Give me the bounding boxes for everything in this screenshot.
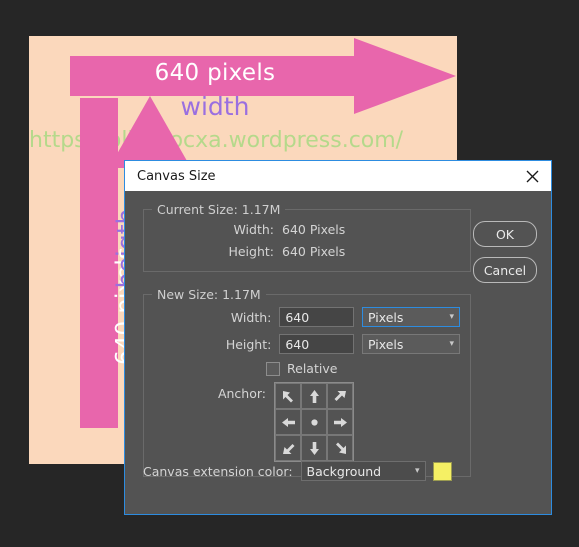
current-width-row: Width: 640 Pixels [154, 222, 460, 237]
arrow-up-right-icon[interactable] [327, 383, 353, 409]
close-icon[interactable] [521, 165, 543, 187]
new-height-label: Height: [225, 336, 272, 352]
arrow-up-icon[interactable] [301, 383, 327, 409]
anchor-label: Anchor: [217, 386, 266, 401]
new-size-title: New Size: 1.17M [152, 287, 266, 302]
horizontal-arrow-head-icon [354, 38, 456, 114]
new-size-group: New Size: 1.17M Width: 640 Pixels ▾ Heig… [143, 287, 471, 477]
new-height-unit-select[interactable]: Pixels ▾ [361, 334, 461, 354]
arrow-down-icon[interactable] [301, 435, 327, 461]
dialog-button-column: OK Cancel [473, 221, 537, 283]
current-width-value: 640 Pixels [282, 222, 346, 237]
chevron-down-icon: ▾ [449, 339, 455, 349]
current-size-group: Current Size: 1.17M Width: 640 Pixels He… [143, 202, 471, 272]
canvas-extension-color-swatch[interactable] [432, 461, 452, 481]
chevron-down-icon: ▾ [449, 312, 455, 322]
horizontal-arrow-label: 640 pixels [154, 60, 276, 86]
ok-button[interactable]: OK [473, 221, 537, 247]
anchor-grid[interactable] [274, 382, 354, 462]
arrow-down-left-icon[interactable] [275, 435, 301, 461]
canvas-extension-row: Canvas extension color: Background ▾ [143, 461, 452, 481]
new-width-unit-value: Pixels [367, 309, 404, 325]
new-height-input[interactable]: 640 [279, 334, 354, 354]
relative-label: Relative [287, 361, 338, 376]
current-width-label: Width: [233, 222, 274, 237]
canvas-extension-value: Background [306, 463, 382, 479]
new-width-row: Width: 640 Pixels ▾ [154, 307, 461, 327]
canvas-size-dialog: Canvas Size Current Size: 1.17M Width: 6… [124, 160, 552, 515]
arrow-left-icon[interactable] [275, 409, 301, 435]
anchor-center-dot-icon[interactable] [301, 409, 327, 435]
dialog-title: Canvas Size [137, 168, 216, 184]
canvas-extension-label: Canvas extension color: [143, 463, 293, 479]
relative-row: Relative [154, 361, 460, 376]
new-width-input[interactable]: 640 [279, 307, 354, 327]
current-height-label: Height: [228, 244, 274, 259]
dialog-body: Current Size: 1.17M Width: 640 Pixels He… [125, 191, 551, 515]
anchor-row: Anchor: [154, 382, 460, 462]
relative-checkbox[interactable] [266, 361, 280, 376]
new-width-label: Width: [230, 309, 272, 325]
new-height-unit-value: Pixels [367, 336, 404, 352]
cancel-button[interactable]: Cancel [473, 257, 537, 283]
canvas-extension-select[interactable]: Background ▾ [300, 461, 426, 481]
arrow-right-icon[interactable] [327, 409, 353, 435]
current-height-row: Height: 640 Pixels [154, 244, 460, 259]
current-height-value: 640 Pixels [282, 244, 346, 259]
chevron-down-icon: ▾ [415, 466, 420, 476]
arrow-up-left-icon[interactable] [275, 383, 301, 409]
new-width-unit-select[interactable]: Pixels ▾ [361, 307, 461, 327]
arrow-down-right-icon[interactable] [327, 435, 353, 461]
new-height-row: Height: 640 Pixels ▾ [154, 334, 461, 354]
current-size-title: Current Size: 1.17M [152, 202, 286, 217]
dialog-titlebar: Canvas Size [125, 161, 551, 191]
